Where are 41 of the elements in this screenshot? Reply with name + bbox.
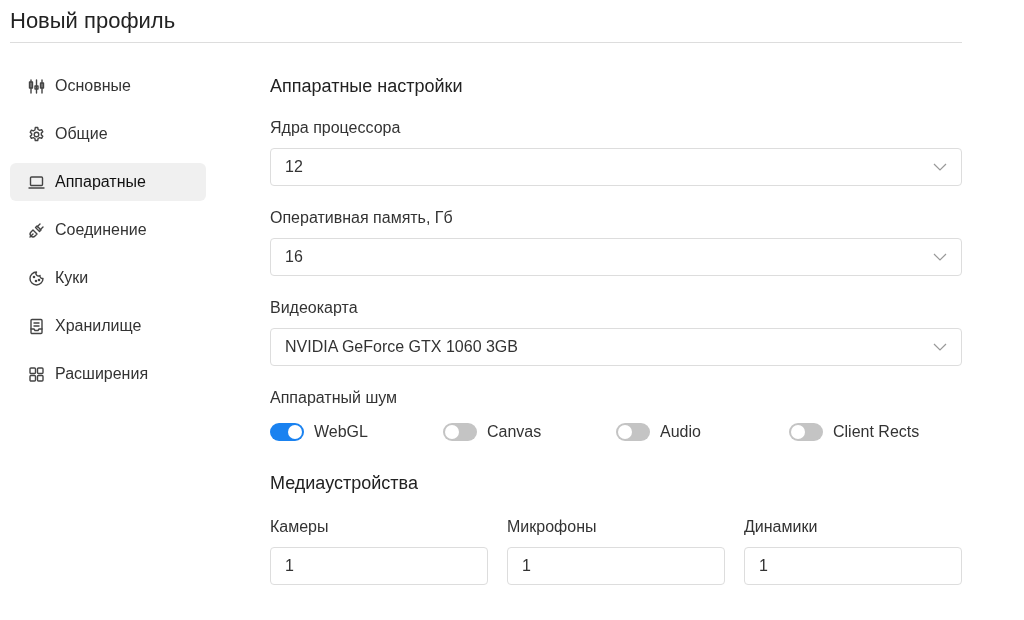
select-field[interactable]: 12 (270, 148, 962, 186)
sidebar-item[interactable]: Соединение (10, 211, 206, 249)
toggle-switch[interactable] (616, 423, 650, 441)
grid-icon (28, 365, 45, 383)
sidebar-item[interactable]: Общие (10, 115, 206, 153)
toggle-label: Canvas (487, 422, 542, 442)
cookie-icon (28, 269, 45, 287)
field-label: Динамики (744, 517, 819, 537)
field-label: Ядра процессора (270, 118, 402, 138)
field-label: Аппаратный шум (270, 388, 399, 408)
sidebar-item[interactable]: Расширения (10, 355, 206, 393)
toggle-label: Audio (660, 422, 701, 442)
field-label: Оперативная память, Гб (270, 208, 454, 228)
section-heading: Аппаратные настройки (270, 75, 464, 98)
plug-icon (28, 221, 45, 239)
toggle-switch[interactable] (270, 423, 304, 441)
toggle-switch[interactable] (443, 423, 477, 441)
field-label: Видеокарта (270, 298, 359, 318)
chevron-down-icon (933, 343, 947, 351)
input-field[interactable]: 1 (270, 547, 488, 585)
sidebar-item[interactable]: Хранилище (10, 307, 206, 345)
sidebar-item[interactable]: Аппаратные (10, 163, 206, 201)
input-field[interactable]: 1 (507, 547, 725, 585)
toggle-label: Client Rects (833, 422, 920, 442)
sidebar-item[interactable]: Куки (10, 259, 206, 297)
input-field[interactable]: 1 (744, 547, 962, 585)
chevron-down-icon (933, 253, 947, 261)
toggle-label: WebGL (314, 422, 368, 442)
sidebar-item[interactable]: Основные (10, 67, 206, 105)
laptop-icon (28, 173, 45, 191)
page-title: Новый профиль (9, 7, 177, 35)
toggle-switch[interactable] (789, 423, 823, 441)
chevron-down-icon (933, 163, 947, 171)
section-heading: Медиаустройства (270, 472, 419, 495)
settings-icon (28, 125, 45, 143)
select-field[interactable]: 16 (270, 238, 962, 276)
sliders-icon (28, 77, 45, 95)
field-label: Камеры (270, 517, 330, 537)
field-label: Микрофоны (507, 517, 598, 537)
select-field[interactable]: NVIDIA GeForce GTX 1060 3GB (270, 328, 962, 366)
document-icon (28, 317, 45, 335)
